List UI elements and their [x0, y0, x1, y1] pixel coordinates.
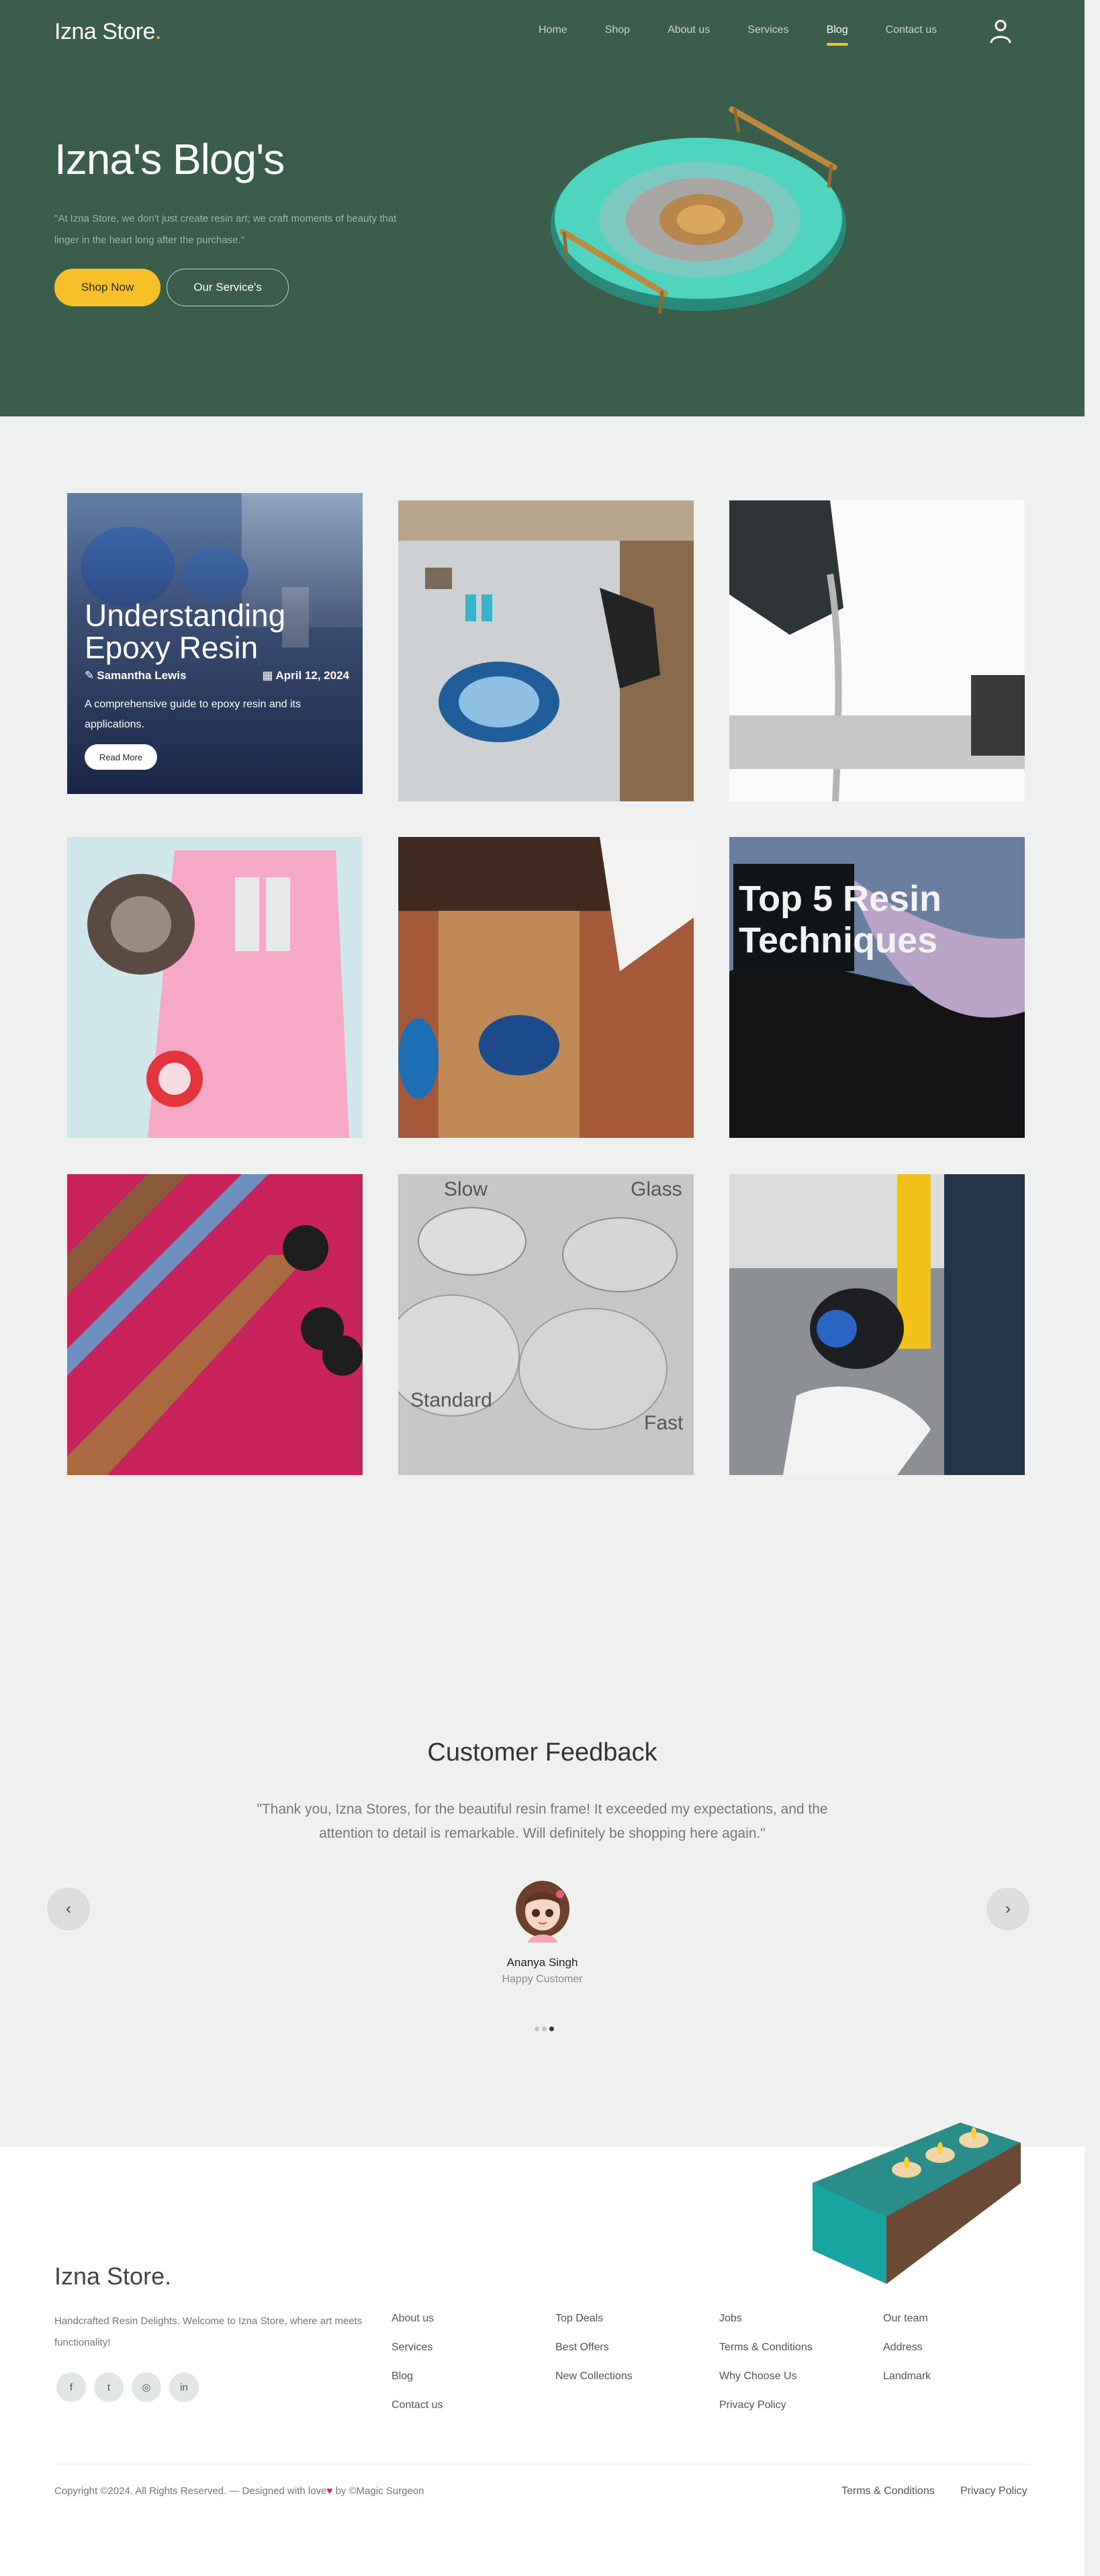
calendar-icon: ▦: [262, 669, 273, 682]
post-author: ✎ Samantha Lewis: [85, 669, 187, 682]
hero-tagline: "At Izna Store, we don't just create res…: [54, 213, 397, 246]
woodwork-image: [398, 837, 694, 1138]
carousel-dot[interactable]: [535, 2027, 539, 2031]
footer-link-blog[interactable]: Blog: [392, 2368, 443, 2397]
footer-link-our-team[interactable]: Our team: [883, 2311, 931, 2340]
blog-card-3[interactable]: [729, 500, 1025, 801]
next-testimonial-button[interactable]: ›: [987, 1887, 1029, 1930]
carousel-dot-active[interactable]: [549, 2027, 554, 2031]
our-services-button[interactable]: Our Service's: [167, 269, 289, 306]
nav-about[interactable]: About us: [668, 24, 710, 36]
nav-shop[interactable]: Shop: [605, 24, 630, 36]
footer-col-3: Jobs Terms & Conditions Why Choose Us Pr…: [719, 2311, 813, 2426]
label-slow: Slow: [444, 1178, 488, 1200]
chevron-right-icon: ›: [1005, 1900, 1011, 1918]
featured-post-description: A comprehensive guide to epoxy resin and…: [85, 699, 301, 730]
footer-col-2: Top Deals Best Offers New Collections: [555, 2311, 633, 2397]
feedback-title: Customer Feedback: [427, 1738, 657, 1767]
footer-logo[interactable]: Izna Store.: [54, 2262, 171, 2291]
footer-link-terms[interactable]: Terms & Conditions: [719, 2340, 813, 2368]
twitter-icon[interactable]: t: [94, 2372, 124, 2402]
blog-card-7[interactable]: [67, 1174, 363, 1475]
footer-privacy-link[interactable]: Privacy Policy: [960, 2485, 1027, 2497]
overlay-text-line2: Techniques: [739, 920, 937, 961]
instagram-icon[interactable]: ◎: [132, 2372, 161, 2402]
nav-contact[interactable]: Contact us: [886, 24, 937, 36]
blog-card-5[interactable]: [398, 837, 694, 1138]
customer-role: Happy Customer: [502, 1973, 583, 1985]
footer-link-address[interactable]: Address: [883, 2340, 931, 2368]
footer-link-about[interactable]: About us: [392, 2311, 443, 2340]
footer-link-privacy[interactable]: Privacy Policy: [719, 2397, 813, 2426]
post-date: ▦ April 12, 2024: [262, 669, 349, 682]
customer-name: Ananya Singh: [506, 1956, 578, 1969]
main-nav: Home Shop About us Services Blog Contact…: [539, 24, 974, 46]
nav-services[interactable]: Services: [747, 24, 788, 36]
carousel-dots: [535, 2027, 554, 2031]
safety-gear-image: [67, 837, 363, 1138]
nav-blog[interactable]: Blog: [826, 24, 848, 46]
blog-card-featured[interactable]: Understanding Epoxy Resin ✎ Samantha Lewi…: [67, 493, 363, 794]
shop-now-button[interactable]: Shop Now: [54, 269, 161, 306]
copyright-text: Copyright ©2024. All Rights Reserved. — …: [54, 2485, 424, 2497]
heart-icon: ♥: [326, 2485, 333, 2497]
footer-link-best-offers[interactable]: Best Offers: [555, 2340, 633, 2368]
pouring-pitcher-image: [729, 500, 1025, 801]
hero-section: Izna Store. Home Shop About us Services …: [0, 0, 1085, 416]
blog-card-6[interactable]: Top 5 Resin Techniques: [729, 837, 1025, 1138]
linkedin-icon[interactable]: in: [169, 2372, 199, 2402]
footer-link-why-choose-us[interactable]: Why Choose Us: [719, 2368, 813, 2397]
featured-post-title: Understanding Epoxy Resin: [85, 598, 286, 665]
label-fast: Fast: [644, 1412, 684, 1434]
resin-techniques-image: Top 5 Resin Techniques: [729, 837, 1025, 1138]
footer-link-services[interactable]: Services: [392, 2340, 443, 2368]
read-more-button[interactable]: Read More: [85, 744, 157, 770]
page-title: Izna's Blog's: [54, 135, 285, 183]
footer-link-jobs[interactable]: Jobs: [719, 2311, 813, 2340]
candle-holder-image: [813, 2123, 1021, 2284]
striped-board-image: [67, 1174, 363, 1475]
footer-description: Handcrafted Resin Delights. Welcome to I…: [54, 2315, 363, 2348]
overlay-text-line1: Top 5 Resin: [739, 879, 942, 919]
footer-col-4: Our team Address Landmark: [883, 2311, 931, 2397]
blog-card-2[interactable]: [398, 500, 694, 801]
carousel-dot[interactable]: [542, 2027, 547, 2031]
respirator-image: [729, 1174, 1025, 1475]
resin-pouring-image: [398, 500, 694, 801]
avatar: [516, 1881, 569, 1943]
footer-terms-link[interactable]: Terms & Conditions: [841, 2485, 935, 2497]
label-standard: Standard: [410, 1389, 492, 1411]
chevron-left-icon: ‹: [66, 1900, 71, 1918]
footer-link-contact[interactable]: Contact us: [392, 2397, 443, 2426]
blog-card-9[interactable]: [729, 1174, 1025, 1475]
prev-testimonial-button[interactable]: ‹: [47, 1887, 90, 1930]
social-links: f t ◎ in: [56, 2372, 199, 2402]
label-glass: Glass: [631, 1178, 682, 1200]
testimonial-quote: "Thank you, Izna Stores, for the beautif…: [257, 1802, 828, 1841]
footer-link-landmark[interactable]: Landmark: [883, 2368, 931, 2397]
nav-home[interactable]: Home: [539, 24, 567, 36]
pencil-icon: ✎: [85, 669, 95, 682]
blog-card-8[interactable]: Slow Glass Standard Fast: [398, 1174, 694, 1475]
blog-card-4[interactable]: [67, 837, 363, 1138]
user-icon[interactable]: [987, 17, 1014, 44]
footer-col-1: About us Services Blog Contact us: [392, 2311, 443, 2426]
footer-link-new-collections[interactable]: New Collections: [555, 2368, 633, 2397]
footer-link-top-deals[interactable]: Top Deals: [555, 2311, 633, 2340]
resin-tray-image: [551, 106, 846, 314]
site-logo[interactable]: Izna Store.: [54, 19, 161, 45]
facebook-icon[interactable]: f: [56, 2372, 86, 2402]
